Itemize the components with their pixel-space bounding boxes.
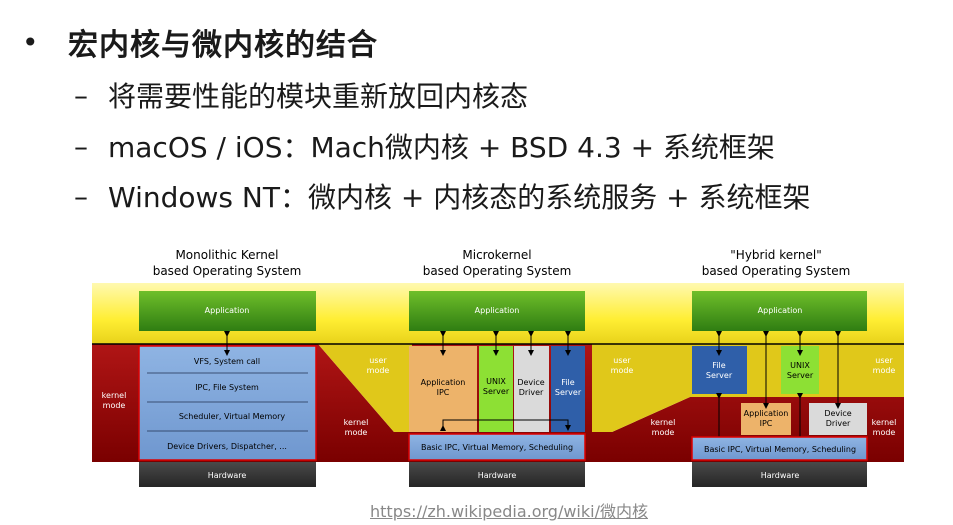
micro-file-label-1: File <box>561 378 574 387</box>
micro-user-mode-label-2: mode <box>367 366 390 375</box>
hybrid-unix-label-1: UNIX <box>790 361 810 370</box>
hybrid-file-label-2: Server <box>706 371 733 380</box>
hybrid-application-label: Application <box>758 306 803 315</box>
hybrid-file-label-1: File <box>712 361 725 370</box>
micro-kernel-mode-label-2: mode <box>345 428 368 437</box>
hybrid-app-ipc-label-1: Application <box>744 409 789 418</box>
mono-layer-4: Device Drivers, Dispatcher, ... <box>167 442 287 451</box>
micro-kernel-mode-label: kernel <box>344 418 369 427</box>
hybrid-user-mode-label-right: user <box>875 356 893 365</box>
hybrid-title-2: based Operating System <box>702 264 851 278</box>
mono-layer-1: VFS, System call <box>194 357 260 366</box>
kernel-architecture-diagram: Monolithic Kernel based Operating System… <box>92 248 904 487</box>
hybrid-unix-label-2: Server <box>787 371 814 380</box>
micro-unix-label-2: Server <box>483 387 510 396</box>
micro-title-2: based Operating System <box>423 264 572 278</box>
micro-title-1: Microkernel <box>462 248 531 262</box>
micro-unix-label-1: UNIX <box>486 377 506 386</box>
mono-layer-3: Scheduler, Virtual Memory <box>179 412 286 421</box>
micro-basic-label: Basic IPC, Virtual Memory, Scheduling <box>421 443 573 452</box>
mono-application-label: Application <box>205 306 250 315</box>
hybrid-hardware-label: Hardware <box>761 471 800 480</box>
mono-hardware-label: Hardware <box>208 471 247 480</box>
micro-user-mode-label: user <box>369 356 387 365</box>
mono-kernel-mode-label: kernel <box>102 391 127 400</box>
hybrid-kernel-mode-label-mid-2: mode <box>652 428 675 437</box>
hybrid-unix-server-box <box>781 346 819 394</box>
micro-hardware-label: Hardware <box>478 471 517 480</box>
hybrid-kernel-mode-label-mid: kernel <box>651 418 676 427</box>
mono-title-2: based Operating System <box>153 264 302 278</box>
hybrid-title-1: "Hybrid kernel" <box>730 248 821 262</box>
hybrid-user-mode-label-mid: user <box>613 356 631 365</box>
hybrid-kernel-mode-label-right: kernel <box>872 418 897 427</box>
hybrid-device-label-2: Driver <box>826 419 851 428</box>
hybrid-kernel-mode-label-right-2: mode <box>873 428 896 437</box>
hybrid-user-mode-label-mid-2: mode <box>611 366 634 375</box>
micro-device-label-1: Device <box>517 378 544 387</box>
mono-layer-2: IPC, File System <box>195 383 259 392</box>
hybrid-user-mode-label-right-2: mode <box>873 366 896 375</box>
source-link[interactable]: https://zh.wikipedia.org/wiki/微内核 <box>370 498 648 522</box>
mono-kernel-mode-label-2: mode <box>103 401 126 410</box>
hybrid-device-label-1: Device <box>824 409 851 418</box>
micro-file-label-2: Server <box>555 388 582 397</box>
hybrid-file-server-box <box>692 346 747 394</box>
micro-app-ipc-label-1: Application <box>421 378 466 387</box>
mono-title-1: Monolithic Kernel <box>175 248 278 262</box>
micro-application-label: Application <box>475 306 520 315</box>
hybrid-app-ipc-label-2: IPC <box>760 419 773 428</box>
micro-app-ipc-label-2: IPC <box>437 388 450 397</box>
hybrid-basic-label: Basic IPC, Virtual Memory, Scheduling <box>704 445 856 454</box>
micro-device-label-2: Driver <box>519 388 544 397</box>
